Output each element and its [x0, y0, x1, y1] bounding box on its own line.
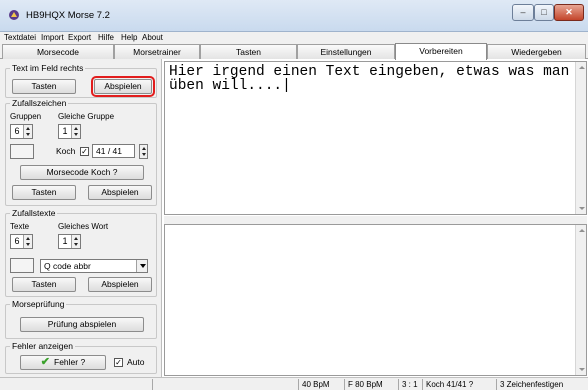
menu-textdatei[interactable]: Textdatei — [4, 32, 36, 43]
window-title: HB9HQX Morse 7.2 — [26, 10, 110, 21]
texte-tasten-button[interactable]: Tasten — [12, 277, 76, 292]
text-tasten-button[interactable]: Tasten — [12, 79, 76, 94]
gleiche-gruppe-value: 1 — [62, 126, 68, 136]
koch-value-field[interactable]: 41 / 41 — [92, 144, 135, 158]
spinner-arrows-icon[interactable] — [71, 125, 80, 138]
text-category-select[interactable]: Q code abbr — [40, 259, 148, 273]
minimize-button[interactable]: – — [512, 4, 534, 21]
texte-value: 6 — [14, 236, 20, 246]
checkmark-icon: ✔ — [40, 356, 51, 368]
koch-color-box — [10, 144, 34, 159]
menu-about[interactable]: About — [142, 32, 163, 43]
group-zufallstexte-title: Zufallstexte — [10, 208, 58, 218]
group-fehler-anzeigen: Fehler anzeigen ✔ Fehler ? ✓ Auto — [5, 341, 157, 374]
group-fehler-anzeigen-title: Fehler anzeigen — [10, 341, 75, 351]
spinner-arrows-icon[interactable] — [71, 235, 80, 248]
gleiches-wort-label: Gleiches Wort — [58, 222, 109, 231]
group-morsepruefung: Morseprüfung Prüfung abspielen — [5, 299, 157, 339]
scroll-down-icon — [579, 368, 585, 371]
text-color-box — [10, 258, 34, 273]
tab-vorbereiten[interactable]: Vorbereiten — [395, 43, 487, 60]
menu-bar: Textdatei Import Export Hilfe Help About — [0, 32, 588, 43]
koch-label: Koch — [56, 146, 76, 156]
fehler-button-label: Fehler ? — [54, 357, 86, 367]
maximize-button[interactable]: □ — [534, 4, 554, 21]
gleiches-wort-value: 1 — [62, 236, 68, 246]
dropdown-arrow-icon[interactable] — [136, 260, 147, 272]
tab-wiedergeben[interactable]: Wiedergeben — [487, 44, 586, 59]
title-bar: HB9HQX Morse 7.2 – □ ✕ — [0, 0, 588, 32]
zeichen-tasten-button[interactable]: Tasten — [12, 185, 76, 200]
group-text-im-feld-title: Text im Feld rechts — [10, 63, 86, 73]
close-icon: ✕ — [565, 7, 573, 17]
status-ratio: 3 : 1 — [398, 379, 422, 390]
group-zufallszeichen-title: Zufallszeichen — [10, 98, 69, 108]
gleiche-gruppe-spinner[interactable]: 1 — [58, 124, 81, 139]
group-zufallszeichen: Zufallszeichen Gruppen Gleiche Gruppe 6 … — [5, 98, 157, 206]
spinner-arrows-icon[interactable] — [23, 125, 32, 138]
status-bar: 40 BpM F 80 BpM 3 : 1 Koch 41/41 ? 3 Zei… — [0, 377, 588, 390]
close-button[interactable]: ✕ — [554, 4, 584, 21]
text-abspielen-button[interactable]: Abspielen — [91, 76, 155, 97]
tab-morsetrainer[interactable]: Morsetrainer — [114, 44, 200, 59]
text-input-scrollbar[interactable] — [575, 62, 586, 214]
group-text-im-feld: Text im Feld rechts Tasten Abspielen — [5, 63, 157, 98]
scroll-up-icon — [579, 229, 585, 232]
pruefung-abspielen-button[interactable]: Prüfung abspielen — [20, 317, 144, 332]
gruppen-spinner[interactable]: 6 — [10, 124, 33, 139]
splitter[interactable] — [164, 216, 587, 224]
status-zeichen: 3 Zeichenfestigen — [496, 379, 588, 390]
spinner-arrows-icon[interactable] — [139, 144, 148, 159]
gleiches-wort-spinner[interactable]: 1 — [58, 234, 81, 249]
spinner-arrows-icon[interactable] — [23, 235, 32, 248]
text-input-area[interactable]: Hier irgend einen Text eingeben, etwas w… — [164, 61, 587, 215]
status-farnsworth: F 80 BpM — [344, 379, 398, 390]
gruppen-value: 6 — [14, 126, 20, 136]
group-morsepruefung-title: Morseprüfung — [10, 299, 67, 309]
text-input-content[interactable]: Hier irgend einen Text eingeben, etwas w… — [169, 65, 572, 94]
zeichen-abspielen-button[interactable]: Abspielen — [88, 185, 152, 200]
texte-abspielen-button[interactable]: Abspielen — [88, 277, 152, 292]
tab-morsecode[interactable]: Morsecode — [2, 44, 114, 59]
scroll-down-icon — [579, 207, 585, 210]
menu-help[interactable]: Help — [121, 32, 137, 43]
tab-einstellungen[interactable]: Einstellungen — [297, 44, 395, 59]
koch-checkbox[interactable]: ✓ — [80, 147, 89, 156]
text-category-value: Q code abbr — [44, 261, 91, 271]
output-scrollbar[interactable] — [575, 225, 586, 375]
scroll-up-icon — [579, 66, 585, 69]
status-bpm: 40 BpM — [298, 379, 344, 390]
morsecode-koch-button[interactable]: Morsecode Koch ? — [20, 165, 144, 180]
auto-label: Auto — [127, 357, 145, 367]
menu-export[interactable]: Export — [68, 32, 91, 43]
fehler-button[interactable]: ✔ Fehler ? — [20, 355, 106, 370]
minimize-icon: – — [520, 7, 526, 17]
tab-tasten[interactable]: Tasten — [200, 44, 297, 59]
auto-checkbox[interactable]: ✓ — [114, 358, 123, 367]
app-icon — [9, 10, 19, 20]
texte-spinner[interactable]: 6 — [10, 234, 33, 249]
maximize-icon: □ — [541, 7, 547, 17]
koch-spinner[interactable] — [137, 144, 148, 159]
texte-label: Texte — [10, 222, 30, 231]
gruppen-label: Gruppen — [10, 112, 42, 121]
menu-import[interactable]: Import — [41, 32, 64, 43]
status-koch: Koch 41/41 ? — [422, 379, 496, 390]
gleiche-gruppe-label: Gleiche Gruppe — [58, 112, 115, 121]
left-panel: Text im Feld rechts Tasten Abspielen Zuf… — [0, 59, 162, 377]
status-empty — [152, 379, 298, 390]
tab-bar: Morsecode Morsetrainer Tasten Einstellun… — [0, 43, 588, 60]
output-text-area[interactable] — [164, 224, 587, 376]
group-zufallstexte: Zufallstexte Texte Gleiches Wort 6 1 Q c… — [5, 208, 157, 297]
menu-hilfe[interactable]: Hilfe — [98, 32, 114, 43]
